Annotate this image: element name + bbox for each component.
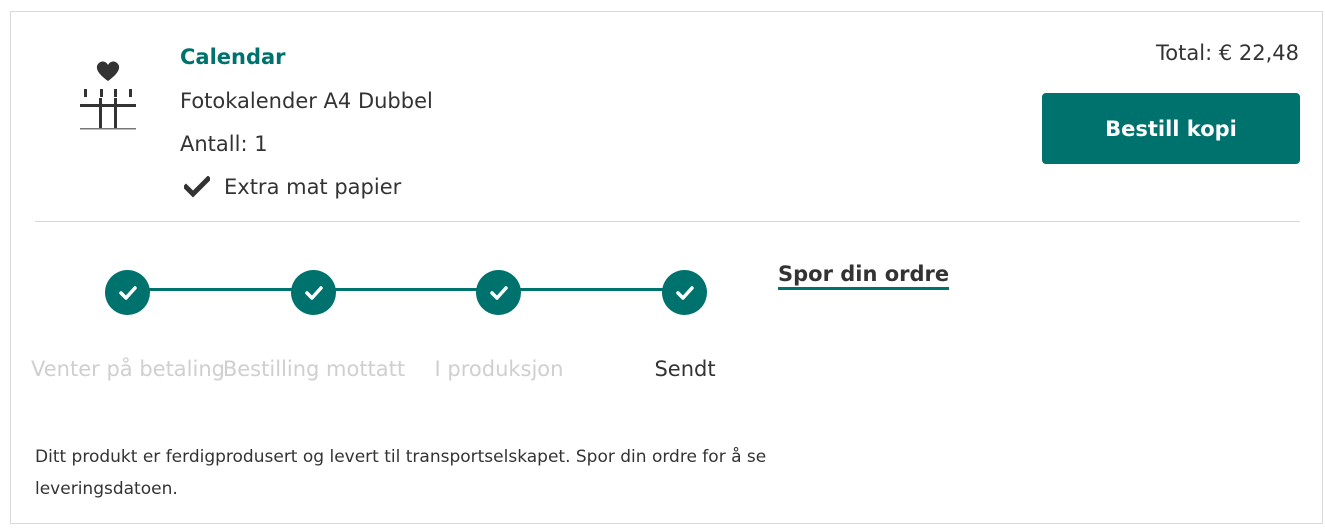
product-name: Fotokalender A4 Dubbel <box>180 89 433 113</box>
status-message: Ditt produkt er ferdigprodusert og lever… <box>35 447 767 499</box>
step-circle-awaiting-payment <box>105 270 150 315</box>
track-order-link[interactable]: Spor din ordre <box>778 262 950 290</box>
product-option: Extra mat papier <box>184 175 401 199</box>
product-quantity: Antall: 1 <box>180 132 268 156</box>
calendar-heart-icon <box>80 61 136 130</box>
checkmark-icon <box>184 176 210 198</box>
order-total: Total: € 22,48 <box>1156 41 1299 65</box>
product-category: Calendar <box>180 45 286 69</box>
step-check-icon <box>118 285 137 300</box>
step-label-order-received: Bestilling mottatt <box>222 357 406 381</box>
progress-line <box>128 288 683 291</box>
step-circle-order-received <box>291 270 336 315</box>
option-label: Extra mat papier <box>224 175 402 199</box>
divider <box>35 221 1300 222</box>
reorder-button[interactable]: Bestill kopi <box>1042 93 1300 164</box>
step-check-icon <box>675 285 694 300</box>
step-circle-sent <box>662 270 707 315</box>
order-card: Calendar Fotokalender A4 Dubbel Antall: … <box>10 11 1323 524</box>
step-label-awaiting-payment: Venter på betaling <box>31 357 225 381</box>
step-check-icon <box>489 285 508 300</box>
step-label-in-production: I produksjon <box>434 357 564 381</box>
step-check-icon <box>304 285 323 300</box>
step-circle-in-production <box>476 270 521 315</box>
step-label-sent: Sendt <box>654 357 716 381</box>
